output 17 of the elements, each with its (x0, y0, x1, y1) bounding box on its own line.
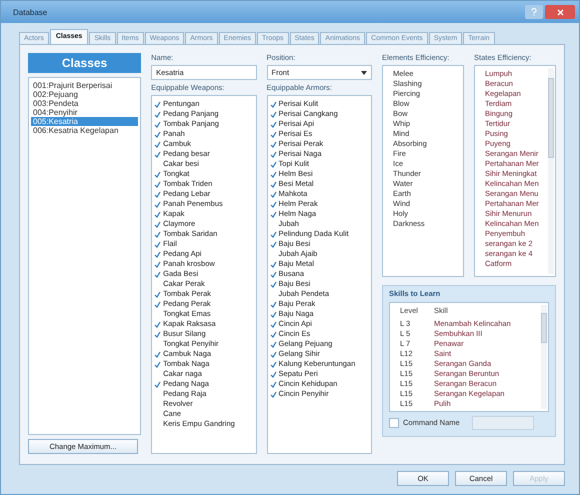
class-item[interactable]: 001:Prajurit Berperisai (31, 81, 138, 90)
help-button[interactable] (525, 5, 543, 19)
close-button[interactable] (545, 5, 575, 19)
class-item[interactable]: 006:Kesatria Kegelapan (31, 126, 138, 135)
command-name-field[interactable] (472, 416, 534, 430)
window-title: Database (13, 8, 48, 16)
class-item[interactable]: 004:Penyihir (31, 108, 138, 117)
check-icon (154, 380, 162, 388)
class-item[interactable]: 002:Pejuang (31, 90, 138, 99)
scrollbar[interactable] (548, 68, 554, 274)
close-icon (556, 8, 564, 16)
checkbox[interactable] (388, 418, 399, 428)
help-icon (531, 8, 537, 16)
scrollbar[interactable] (540, 305, 547, 409)
class-item[interactable]: 003:Pendeta (31, 99, 138, 108)
caret-icon (360, 70, 367, 74)
classes-header: Classes (28, 53, 142, 73)
